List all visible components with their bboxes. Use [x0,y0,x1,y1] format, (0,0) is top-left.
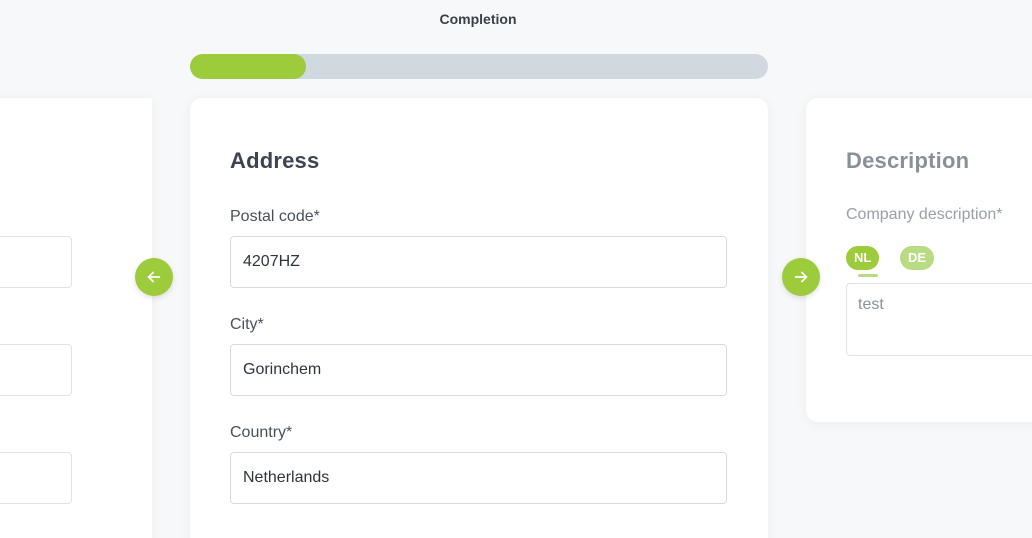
completion-progress-bar [190,54,768,79]
description-card-title: Description [846,148,970,173]
description-card: Description Company description* NL DE t… [806,98,1032,422]
completion-progress-fill [190,54,306,79]
arrow-left-icon [145,268,163,286]
country-input[interactable] [230,452,727,504]
city-input[interactable] [230,344,727,396]
city-label: City* [230,316,264,333]
previous-step-input[interactable] [0,236,72,288]
country-label: Country* [230,424,293,441]
completion-label: Completion [439,11,517,27]
completion-wizard: Completion Address Postal code* City* Co… [0,0,1032,538]
postal-code-input[interactable] [230,236,727,288]
previous-step-card [0,98,152,538]
previous-step-input[interactable] [0,344,72,396]
address-card-title: Address [230,148,320,173]
previous-step-button[interactable] [135,258,173,296]
previous-step-input[interactable] [0,452,72,504]
address-card: Address Postal code* City* Country* [190,98,768,538]
language-tab-nl[interactable]: NL [846,246,880,270]
postal-code-label: Postal code* [230,208,320,225]
company-description-label: Company description* [846,206,1003,223]
company-description-textarea[interactable]: test [846,283,1032,356]
arrow-right-icon [792,268,810,286]
next-step-button[interactable] [782,258,820,296]
active-language-indicator [858,274,878,277]
language-tab-de[interactable]: DE [900,246,935,270]
